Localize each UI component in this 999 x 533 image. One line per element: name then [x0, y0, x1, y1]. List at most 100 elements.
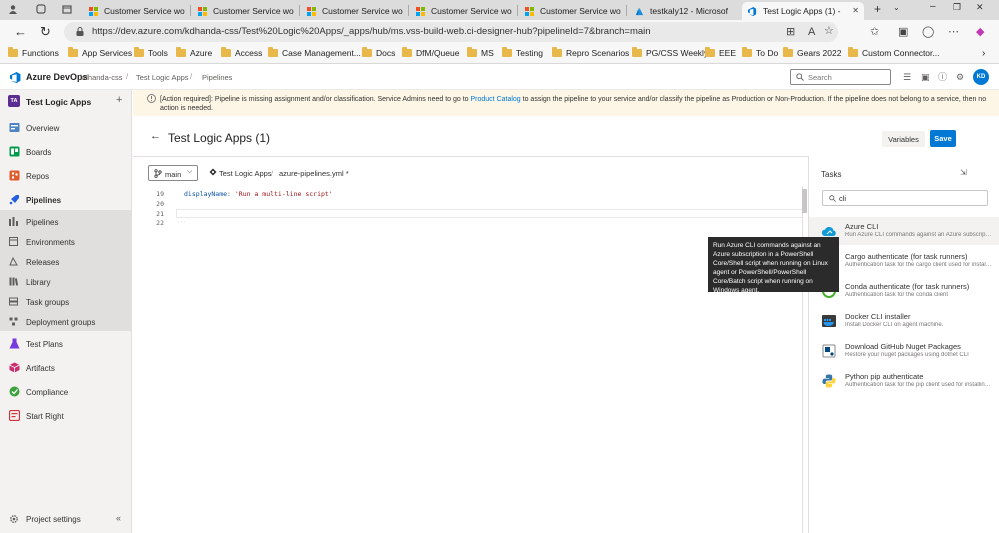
sidebar-item-environments[interactable]: Environments — [0, 232, 132, 252]
bookmark-folder[interactable]: Docs — [362, 47, 395, 58]
bookmark-folder[interactable]: To Do — [742, 47, 778, 58]
editor-scrollbar[interactable] — [802, 189, 807, 213]
breadcrumb-repo[interactable]: Test Logic Apps — [219, 169, 272, 178]
minimize-icon[interactable]: – — [930, 1, 936, 12]
profile-icon[interactable] — [8, 4, 18, 17]
sidebar-item-deployment-groups[interactable]: Deployment groups — [0, 312, 132, 332]
profile-icon[interactable]: ◯ — [922, 26, 934, 38]
sidebar-item-library[interactable]: Library — [0, 272, 132, 292]
shopping-bag-icon[interactable]: ▣ — [921, 73, 930, 82]
bookmark-folder[interactable]: Repro Scenarios — [552, 47, 629, 58]
branch-selector[interactable]: main ⌵ — [148, 165, 198, 181]
repo-icon — [209, 168, 217, 176]
microsoft-logo-icon — [416, 6, 425, 16]
workspaces-icon[interactable] — [36, 4, 46, 17]
breadcrumb-project[interactable]: Test Logic Apps — [136, 73, 189, 82]
bookmark-folder[interactable]: PG/CSS Weekly — [632, 47, 708, 58]
line-number: 20 — [156, 200, 164, 208]
bookmark-folder[interactable]: Functions — [8, 47, 59, 58]
nuget-icon — [822, 344, 836, 358]
product-catalog-link[interactable]: Product Catalog — [471, 96, 521, 103]
search-input[interactable]: Search — [790, 69, 891, 85]
bookmark-folder[interactable]: DfM/Queue — [402, 47, 459, 58]
azure-devops-brand[interactable]: Azure DevOps — [26, 72, 88, 82]
browser-tab[interactable]: Customer Service wo — [192, 2, 298, 20]
chevron-right-icon[interactable]: › — [982, 48, 985, 59]
browser-tab[interactable]: Customer Service wo — [301, 2, 407, 20]
favorites-icon[interactable]: ✩ — [870, 26, 879, 38]
bookmark-folder[interactable]: Tools — [134, 47, 168, 58]
task-item-download-github-nuget[interactable]: Download GitHub Nuget Packages Restore y… — [809, 337, 999, 365]
banner-text: [Action required]: Pipeline is missing a… — [160, 96, 987, 112]
sidebar-item-repos[interactable]: Repos — [0, 166, 132, 186]
artifacts-icon — [9, 362, 20, 373]
favorite-star-icon[interactable]: ☆ — [824, 25, 834, 37]
collapse-sidebar-icon[interactable]: « — [116, 513, 121, 523]
folder-icon — [848, 47, 858, 57]
bookmark-folder[interactable]: Testing — [502, 47, 543, 58]
bookmark-folder[interactable]: MS — [467, 47, 494, 58]
install-app-icon[interactable]: ⊞ — [786, 26, 795, 38]
sidebar-item-test-plans[interactable]: Test Plans — [0, 334, 132, 354]
microsoft-logo-icon — [198, 6, 207, 16]
tab-title: Customer Service wo — [322, 6, 403, 16]
task-item-docker-cli-installer[interactable]: Docker CLI installer Install Docker CLI … — [809, 307, 999, 335]
sidebar-item-task-groups[interactable]: Task groups — [0, 292, 132, 312]
close-window-icon[interactable]: ✕ — [976, 2, 984, 13]
more-menu-icon[interactable]: ⋯ — [948, 26, 959, 38]
sidebar-item-artifacts[interactable]: Artifacts — [0, 358, 132, 378]
add-icon[interactable]: + — [116, 94, 122, 106]
azure-devops-logo-icon[interactable] — [10, 72, 21, 83]
sidebar-item-boards[interactable]: Boards — [0, 142, 132, 162]
sidebar-item-pipelines-sub[interactable]: Pipelines — [0, 212, 132, 232]
sidebar-item-releases[interactable]: Releases — [0, 252, 132, 272]
browser-tab[interactable]: Customer Service wo — [410, 2, 516, 20]
read-aloud-icon[interactable]: A — [808, 26, 815, 38]
save-button[interactable]: Save — [930, 130, 956, 147]
tab-actions-icon[interactable] — [62, 4, 72, 17]
task-search-input[interactable] — [822, 190, 988, 206]
help-icon[interactable]: ⓘ — [938, 73, 947, 82]
breadcrumb-file[interactable]: azure-pipelines.yml * — [279, 169, 349, 178]
bookmark-folder[interactable]: Azure — [176, 47, 212, 58]
browser-tab[interactable]: Customer Service wo — [83, 2, 189, 20]
collections-icon[interactable]: ▣ — [898, 26, 908, 38]
project-name: Test Logic Apps — [26, 97, 92, 107]
back-arrow-icon[interactable]: ← — [150, 130, 161, 142]
chevron-down-icon[interactable]: ⌄ — [893, 3, 900, 12]
sidebar-item-compliance[interactable]: Compliance — [0, 382, 132, 402]
sidebar-item-overview[interactable]: Overview — [0, 118, 132, 138]
copilot-icon[interactable]: ◆ — [976, 26, 984, 38]
browser-tab[interactable]: Customer Service wo — [519, 2, 625, 20]
user-settings-icon[interactable]: ⚙ — [956, 73, 964, 82]
refresh-icon[interactable]: ↻ — [40, 23, 51, 41]
close-tab-icon[interactable]: ✕ — [852, 6, 859, 15]
new-tab-icon[interactable]: + — [874, 2, 881, 16]
folded-code-ellipsis[interactable]: ··· — [177, 219, 187, 226]
browser-tab[interactable]: testkaly12 - Microsof — [629, 2, 741, 20]
bookmark-folder[interactable]: App Services — [68, 47, 132, 58]
address-bar[interactable]: https://dev.azure.com/kdhanda-css/Test%2… — [64, 22, 838, 42]
breadcrumb-section[interactable]: Pipelines — [202, 73, 232, 82]
test-plans-icon — [9, 338, 20, 349]
back-arrow-icon[interactable]: ← — [14, 23, 27, 41]
browser-tab-active[interactable]: Test Logic Apps (1) - ✕ — [742, 2, 864, 20]
variables-button[interactable]: Variables — [882, 131, 925, 147]
breadcrumb-org[interactable]: kdhanda-css — [80, 73, 123, 82]
bookmark-folder[interactable]: Access — [221, 47, 262, 58]
project-settings[interactable]: Project settings « — [0, 510, 132, 530]
sidebar-item-pipelines[interactable]: Pipelines — [0, 190, 132, 210]
avatar[interactable]: KD — [973, 69, 989, 85]
bookmark-folder[interactable]: Gears 2022 — [783, 47, 841, 58]
bookmark-folder[interactable]: Custom Connector... — [848, 47, 939, 58]
list-icon[interactable]: ☰ — [903, 73, 911, 82]
expand-panel-icon[interactable]: ⇲ — [960, 168, 967, 177]
task-search-field[interactable] — [839, 193, 979, 204]
yaml-editor[interactable] — [133, 186, 808, 533]
restore-icon[interactable]: ❐ — [953, 2, 961, 13]
bookmark-folder[interactable]: Case Management... — [268, 47, 361, 58]
sidebar-item-start-right[interactable]: Start Right — [0, 406, 132, 426]
bookmark-folder[interactable]: EEE — [705, 47, 736, 58]
project-selector[interactable]: TA Test Logic Apps + — [0, 90, 132, 112]
task-item-python-pip-authenticate[interactable]: Python pip authenticate Authentication t… — [809, 367, 999, 395]
